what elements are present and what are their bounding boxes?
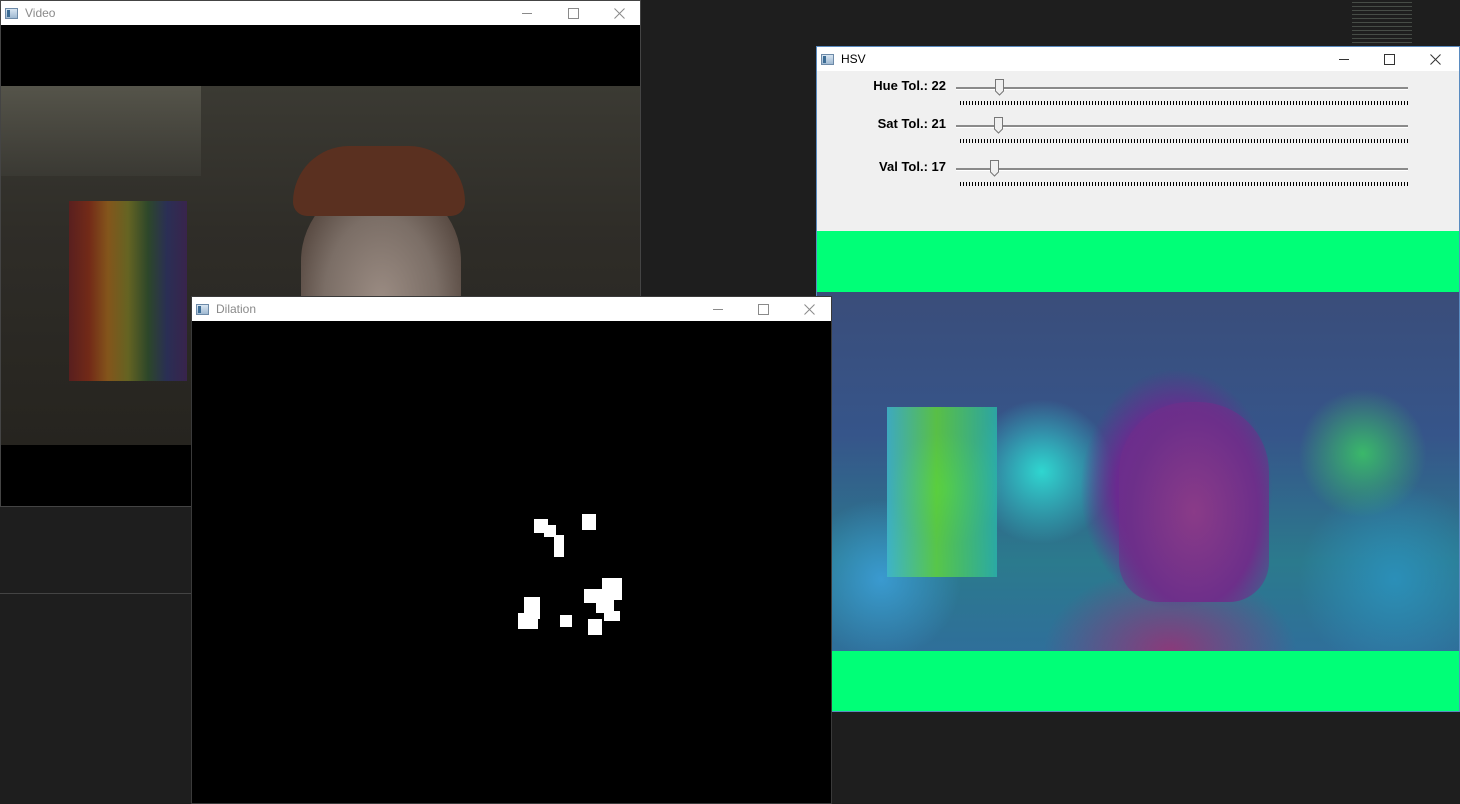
val-tolerance-trackbar[interactable]: Val Tol.: 17 [817,158,1459,196]
hsv-face-region [1119,402,1269,602]
dilation-window-title: Dilation [216,302,257,316]
flag-image-region [69,201,187,381]
background-window-text [1352,2,1412,46]
window-app-icon [5,7,18,19]
close-icon[interactable] [596,1,642,25]
hue-tolerance-thumb[interactable] [995,79,1004,96]
maximize-icon[interactable] [550,1,596,25]
maximize-icon[interactable] [740,297,786,321]
hair-region [293,146,465,216]
trackbar-ticks [960,182,1408,186]
val-tolerance-thumb[interactable] [990,160,999,177]
sat-tolerance-thumb[interactable] [994,117,1003,134]
hue-tolerance-trackbar[interactable]: Hue Tol.: 22 [817,77,1459,115]
desktop-divider [0,593,191,594]
window-app-icon [821,53,834,65]
val-tolerance-label: Val Tol.: 17 [879,159,946,174]
minimize-icon[interactable] [504,1,550,25]
hsv-window-title: HSV [841,52,866,66]
hsv-left-panel [887,407,997,577]
close-icon[interactable] [1412,47,1458,71]
minimize-icon[interactable] [695,297,741,321]
hue-tolerance-label: Hue Tol.: 22 [873,78,946,93]
sat-tolerance-trackbar[interactable]: Sat Tol.: 21 [817,115,1459,153]
close-icon[interactable] [786,297,832,321]
dilation-window[interactable]: Dilation [191,296,832,804]
background-light-region [1,86,201,176]
hsv-titlebar[interactable]: HSV [817,47,1459,71]
mask-blob [560,615,572,627]
sat-tolerance-label: Sat Tol.: 21 [877,116,946,131]
trackbar-ticks [960,139,1408,143]
trackbar-rail[interactable] [956,125,1408,128]
mask-blob [554,535,564,557]
mask-blob [604,611,620,621]
trackbar-ticks [960,101,1408,105]
mask-blob [582,514,596,530]
dilation-titlebar[interactable]: Dilation [192,297,831,321]
hsv-converted-feed [817,292,1459,651]
dilation-mask [192,321,831,803]
video-window-title: Video [25,6,56,20]
mask-blob [518,613,538,629]
trackbar-rail[interactable] [956,168,1408,171]
video-titlebar[interactable]: Video [1,1,640,25]
minimize-icon[interactable] [1321,47,1367,71]
trackbar-rail[interactable] [956,87,1408,90]
window-app-icon [196,303,209,315]
hsv-window[interactable]: HSV Hue Tol.: 22 Sat Tol.: 21 Val Tol.: … [816,46,1460,712]
hsv-image-area [817,231,1459,711]
mask-blob [588,619,602,635]
maximize-icon[interactable] [1366,47,1412,71]
